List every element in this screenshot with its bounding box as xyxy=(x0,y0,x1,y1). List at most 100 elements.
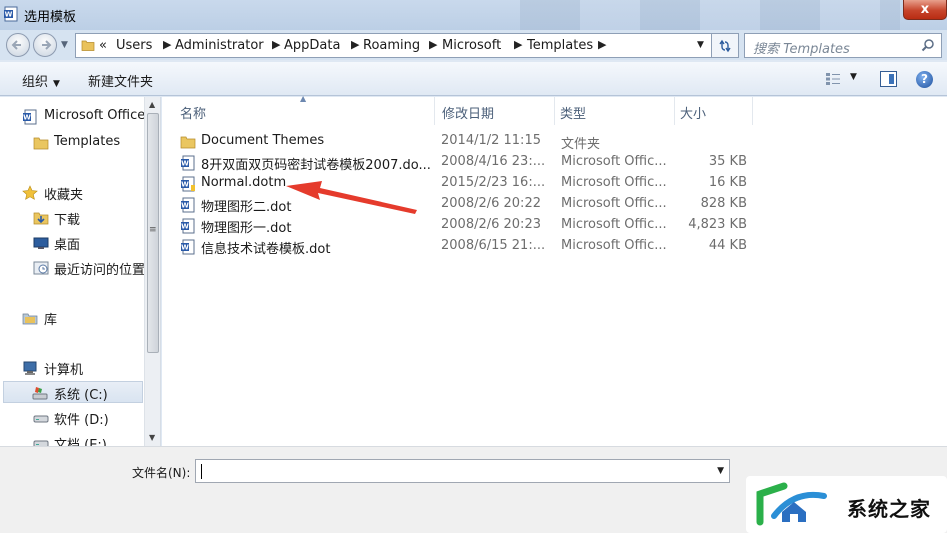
view-options-icon[interactable] xyxy=(825,72,841,86)
nav-item-label: 系统 (C:) xyxy=(54,388,108,403)
search-icon[interactable] xyxy=(921,38,935,52)
file-name: 物理图形二.dot xyxy=(201,200,292,215)
address-bar[interactable]: « Users ▶ Administrator ▶ AppData ▶ Roam… xyxy=(75,33,712,58)
folder-icon xyxy=(33,137,49,150)
watermark-text: 系统之家 xyxy=(847,497,931,521)
address-dropdown-icon[interactable]: ▼ xyxy=(697,40,704,50)
search-input[interactable]: 搜索 Templates xyxy=(744,33,942,58)
filename-label: 文件名(N): xyxy=(132,466,191,480)
nav-item-libraries[interactable]: 库 xyxy=(0,307,144,329)
nav-item-recent-places[interactable]: 最近访问的位置 xyxy=(0,257,146,279)
scroll-down-icon[interactable]: ▼ xyxy=(149,433,155,442)
nav-item-label: 下载 xyxy=(54,213,81,228)
file-list: ▲ 名称 修改日期 类型 大小 Document Themes 2014/1/2… xyxy=(162,94,947,446)
nav-item-label: Microsoft Office xyxy=(44,108,146,123)
system-drive-icon xyxy=(32,387,48,400)
nav-item-drive-d[interactable]: 软件 (D:) xyxy=(0,407,144,429)
nav-item-label: 收藏夹 xyxy=(44,188,84,203)
title-bar: W 选用模板 x xyxy=(0,0,947,30)
column-header-size[interactable]: 大小 xyxy=(675,97,753,125)
column-header-label: 名称 xyxy=(180,107,207,122)
svg-text:W: W xyxy=(181,202,189,210)
chevron-down-icon: ▼ xyxy=(53,79,60,89)
back-button[interactable] xyxy=(6,33,30,57)
file-row[interactable]: Document Themes 2014/1/2 11:15 文件夹 xyxy=(162,131,947,152)
breadcrumb-separator-icon[interactable]: ▶ xyxy=(272,38,280,51)
breadcrumb-appdata[interactable]: AppData xyxy=(284,38,340,53)
filename-input[interactable]: ▼ xyxy=(195,459,730,483)
nav-item-label: 库 xyxy=(44,313,58,328)
file-type: Microsoft Offic... xyxy=(561,175,667,190)
nav-item-templates[interactable]: Templates xyxy=(0,132,144,154)
breadcrumb-roaming[interactable]: Roaming xyxy=(363,38,420,53)
nav-item-desktop[interactable]: 桌面 xyxy=(0,232,144,254)
breadcrumb-microsoft[interactable]: Microsoft xyxy=(442,38,501,53)
organize-label: 组织 xyxy=(22,75,49,90)
column-header-name[interactable]: ▲ 名称 xyxy=(162,94,435,125)
nav-item-microsoft-office[interactable]: W Microsoft Office xyxy=(0,106,146,128)
recent-pages-dropdown[interactable]: ▼ xyxy=(61,40,68,50)
nav-item-favorites[interactable]: 收藏夹 xyxy=(0,182,144,204)
breadcrumb-separator-icon[interactable]: ▶ xyxy=(514,38,522,51)
drive-icon xyxy=(33,415,49,423)
nav-item-label: 文档 (E:) xyxy=(54,438,107,446)
nav-item-computer[interactable]: 计算机 xyxy=(0,357,144,379)
breadcrumb-overflow[interactable]: « xyxy=(99,38,107,53)
svg-text:W: W xyxy=(181,181,189,189)
column-header-date[interactable]: 修改日期 xyxy=(435,97,555,125)
nav-item-label: Templates xyxy=(54,134,121,149)
word-app-icon: W xyxy=(4,6,18,22)
nav-item-drive-e[interactable]: 文档 (E:) xyxy=(0,432,144,446)
address-row: ▼ « Users ▶ Administrator ▶ AppData ▶ Ro… xyxy=(0,30,947,60)
breadcrumb-separator-icon[interactable]: ▶ xyxy=(429,38,437,51)
svg-text:W: W xyxy=(23,114,31,122)
word-macro-doc-icon: W xyxy=(181,176,195,192)
word-doc-icon: W xyxy=(181,155,195,171)
file-row[interactable]: W 物理图形二.dot 2008/2/6 20:22 Microsoft Off… xyxy=(162,194,947,215)
file-row[interactable]: W 信息技术试卷模板.dot 2008/6/15 21:... Microsof… xyxy=(162,236,947,257)
svg-text:W: W xyxy=(181,160,189,168)
column-header-type[interactable]: 类型 xyxy=(555,97,675,125)
scroll-up-icon[interactable]: ▲ xyxy=(149,100,155,109)
file-row[interactable]: W Normal.dotm 2015/2/23 16:... Microsoft… xyxy=(162,173,947,194)
file-type: 文件夹 xyxy=(561,137,601,152)
back-arrow-icon xyxy=(11,40,21,50)
column-header-label: 修改日期 xyxy=(442,107,495,122)
breadcrumb-separator-icon[interactable]: ▶ xyxy=(351,38,359,51)
new-folder-button[interactable]: 新建文件夹 xyxy=(88,71,153,90)
breadcrumb-users[interactable]: Users xyxy=(116,38,152,53)
breadcrumb-separator-icon[interactable]: ▶ xyxy=(598,38,606,51)
download-folder-icon xyxy=(33,212,49,225)
file-type: Microsoft Offic... xyxy=(561,217,667,232)
filename-dropdown-icon[interactable]: ▼ xyxy=(717,466,724,476)
breadcrumb-templates[interactable]: Templates xyxy=(527,38,593,53)
computer-icon xyxy=(23,361,37,375)
desktop-icon xyxy=(33,237,49,249)
search-placeholder: 搜索 Templates xyxy=(753,42,850,57)
file-name: 信息技术试卷模板.dot xyxy=(201,242,331,257)
watermark-logo xyxy=(756,482,827,526)
nav-item-drive-c[interactable]: 系统 (C:) xyxy=(3,381,143,403)
file-size: 44 KB xyxy=(708,238,747,253)
navigation-scrollbar[interactable]: ▲ ≡ ▼ xyxy=(144,97,160,446)
view-dropdown-icon[interactable]: ▼ xyxy=(850,72,857,82)
nav-item-label: 最近访问的位置 xyxy=(54,263,146,278)
help-icon[interactable]: ? xyxy=(916,71,933,88)
nav-item-downloads[interactable]: 下载 xyxy=(0,207,144,229)
file-date: 2015/2/23 16:... xyxy=(441,175,546,190)
file-row[interactable]: W 物理图形一.dot 2008/2/6 20:23 Microsoft Off… xyxy=(162,215,947,236)
breadcrumb-administrator[interactable]: Administrator xyxy=(175,38,264,53)
forward-arrow-icon xyxy=(42,40,52,50)
file-size: 828 KB xyxy=(700,196,747,211)
organize-button[interactable]: 组织 ▼ xyxy=(22,71,60,90)
close-button[interactable]: x xyxy=(903,0,947,20)
preview-pane-icon[interactable] xyxy=(880,71,897,87)
watermark: 系统之家 xyxy=(746,476,947,533)
refresh-button[interactable] xyxy=(712,33,739,58)
forward-button[interactable] xyxy=(33,33,57,57)
file-row[interactable]: W 8开双面双页码密封试卷模板2007.do... 2008/4/16 23:.… xyxy=(162,152,947,173)
navigation-pane: W Microsoft Office Templates 收藏夹 下载 桌面 最… xyxy=(0,97,161,446)
column-header-label: 大小 xyxy=(680,107,707,122)
file-type: Microsoft Offic... xyxy=(561,238,667,253)
breadcrumb-separator-icon[interactable]: ▶ xyxy=(163,38,171,51)
